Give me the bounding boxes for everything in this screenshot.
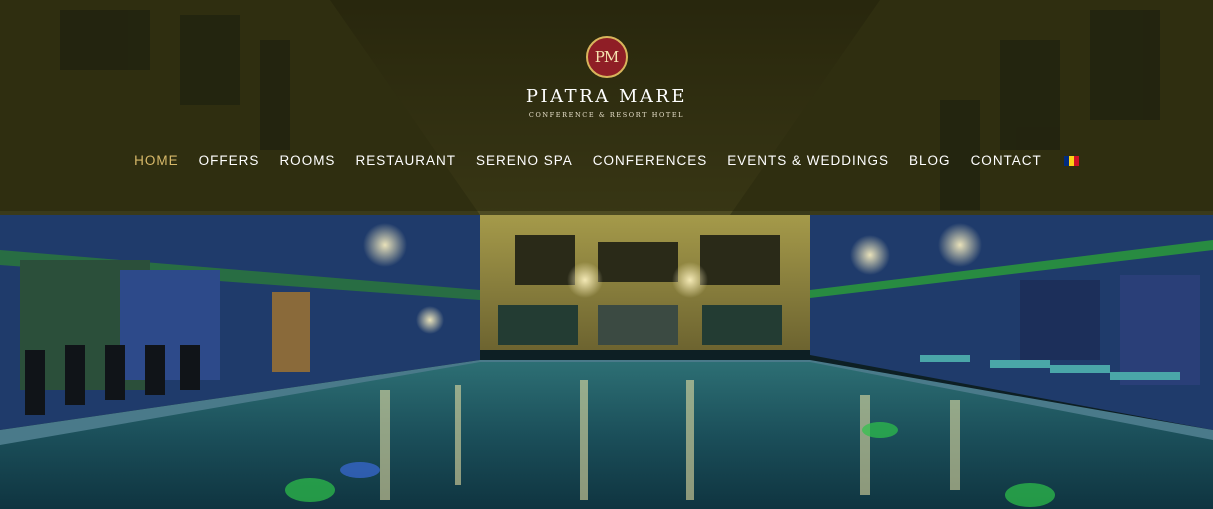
main-navigation: HOME OFFERS ROOMS RESTAURANT SERENO SPA …	[0, 153, 1213, 168]
logo-emblem: PM	[585, 36, 628, 78]
nav-item-offers[interactable]: OFFERS	[199, 153, 260, 168]
nav-item-conferences[interactable]: CONFERENCES	[593, 153, 708, 168]
logo-tagline: CONFERENCE & RESORT HOTEL	[528, 111, 685, 119]
nav-item-restaurant[interactable]: RESTAURANT	[355, 153, 456, 168]
nav-item-rooms[interactable]: ROOMS	[279, 153, 335, 168]
romania-flag-icon[interactable]	[1063, 155, 1079, 166]
nav-item-sereno-spa[interactable]: SERENO SPA	[476, 153, 573, 168]
logo-name: PIATRA MARE	[525, 86, 688, 107]
nav-item-home[interactable]: HOME	[134, 153, 179, 168]
site-logo[interactable]: PM PIATRA MARE CONFERENCE & RESORT HOTEL	[0, 36, 1213, 119]
nav-item-blog[interactable]: BLOG	[909, 153, 951, 168]
nav-item-contact[interactable]: CONTACT	[971, 153, 1042, 168]
nav-item-events-weddings[interactable]: EVENTS & WEDDINGS	[727, 153, 889, 168]
